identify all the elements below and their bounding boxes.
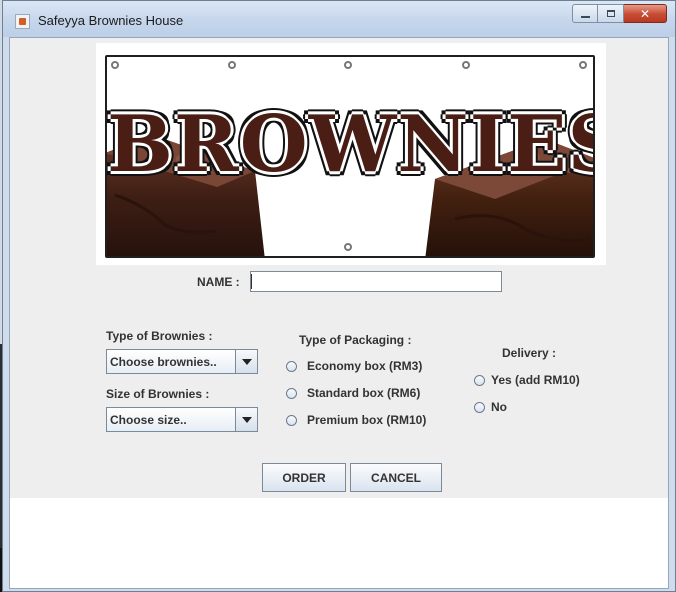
radio-icon[interactable] (474, 401, 485, 413)
radio-icon[interactable] (286, 387, 297, 399)
close-button[interactable]: ✕ (624, 4, 667, 23)
brownie-type-select[interactable]: Choose brownies.. (106, 349, 258, 374)
packaging-option-label: Economy box (RM3) (307, 359, 423, 373)
title-bar[interactable]: Safeyya Brownies House ✕ (3, 1, 675, 37)
order-form-panel: BROWNIES NAME : Type of Brownies : Choos… (10, 38, 668, 498)
window-title: Safeyya Brownies House (38, 13, 184, 28)
grommet-icon (579, 61, 587, 69)
grommet-icon (228, 61, 236, 69)
packaging-option-economy[interactable]: Economy box (RM3) (286, 359, 422, 373)
banner-sign: BROWNIES (105, 55, 595, 258)
name-label: NAME : (197, 275, 240, 289)
brownie-size-select[interactable]: Choose size.. (106, 407, 258, 432)
grommet-icon (344, 243, 352, 251)
brownie-size-selected: Choose size.. (110, 413, 187, 427)
delivery-option-no[interactable]: No (474, 400, 507, 414)
grommet-icon (344, 61, 352, 69)
maximize-button[interactable] (598, 4, 624, 23)
grommet-icon (462, 61, 470, 69)
order-button[interactable]: ORDER (262, 463, 346, 492)
chevron-down-icon[interactable] (235, 350, 257, 373)
delivery-option-yes[interactable]: Yes (add RM10) (474, 373, 580, 387)
close-icon: ✕ (639, 6, 651, 21)
packaging-option-label: Premium box (RM10) (307, 413, 427, 427)
packaging-option-standard[interactable]: Standard box (RM6) (286, 386, 420, 400)
radio-icon[interactable] (286, 414, 297, 426)
grommet-icon (111, 61, 119, 69)
brownie-size-label: Size of Brownies : (106, 387, 210, 401)
brownie-type-label: Type of Brownies : (106, 329, 213, 343)
minimize-icon (580, 15, 590, 18)
maximize-icon (606, 10, 615, 17)
packaging-option-premium[interactable]: Premium box (RM10) (286, 413, 426, 427)
packaging-label: Type of Packaging : (299, 333, 412, 347)
brownies-banner-image: BROWNIES (96, 43, 606, 265)
radio-icon[interactable] (286, 360, 297, 372)
packaging-option-label: Standard box (RM6) (307, 386, 421, 400)
chevron-down-icon[interactable] (235, 408, 257, 431)
radio-icon[interactable] (474, 374, 485, 386)
app-window: Safeyya Brownies House ✕ BROWNIES NAME:… (2, 0, 676, 592)
java-app-icon (15, 14, 30, 29)
brownie-type-selected: Choose brownies.. (110, 355, 217, 369)
cancel-button[interactable]: CANCEL (350, 463, 442, 492)
delivery-option-label: Yes (add RM10) (491, 373, 580, 387)
minimize-button[interactable] (572, 4, 598, 23)
banner-title: BROWNIES (107, 99, 595, 190)
delivery-option-label: No (491, 400, 507, 414)
name-input[interactable] (250, 271, 502, 292)
window-controls: ✕ (572, 4, 667, 24)
content-area: BROWNIES NAME : Type of Brownies : Choos… (9, 37, 669, 589)
delivery-label: Delivery : (502, 346, 557, 360)
